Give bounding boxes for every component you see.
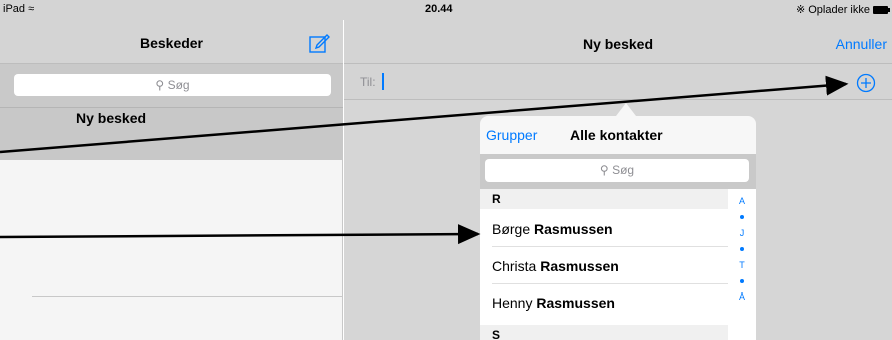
contact-last-name: Rasmussen <box>540 258 619 274</box>
wifi-icon: ≈ <box>28 3 35 15</box>
battery-icon <box>873 5 890 14</box>
contacts-search-placeholder: Søg <box>612 163 635 177</box>
list-separator <box>32 296 343 297</box>
contact-last-name: Rasmussen <box>534 221 613 237</box>
charging-label: Oplader ikke <box>808 3 870 16</box>
contact-row-borge[interactable]: Børge Rasmussen <box>492 211 728 247</box>
index-letter-t[interactable]: T <box>730 257 754 273</box>
bluetooth-icon: ※ <box>796 4 806 16</box>
compose-nav-bar: Ny besked Annuller <box>344 20 892 64</box>
compose-icon[interactable] <box>308 32 330 54</box>
index-letter-aa[interactable]: Å <box>730 289 754 305</box>
recipient-input-caret[interactable] <box>382 73 384 90</box>
conversation-item-new[interactable]: Ny besked <box>0 108 343 160</box>
sidebar-title: Beskeder <box>139 35 204 51</box>
index-letter-j[interactable]: J <box>730 225 754 241</box>
search-icon: ⚲ <box>599 163 609 177</box>
section-header-s: S <box>480 325 728 340</box>
status-left: iPad ≈ <box>3 3 34 15</box>
messages-sidebar: Beskeder ⚲ Søg Ny besked <box>0 20 343 340</box>
cancel-button[interactable]: Annuller <box>836 36 887 52</box>
popover-arrow <box>616 103 636 116</box>
index-letter-a[interactable]: A <box>730 193 754 209</box>
section-header-r: R <box>480 189 728 209</box>
recipient-row: Til: <box>344 64 892 100</box>
add-contact-icon[interactable] <box>856 73 876 93</box>
to-label: Til: <box>360 75 376 89</box>
popover-title: Alle kontakter <box>570 127 663 143</box>
compose-title: Ny besked <box>582 36 654 52</box>
section-index[interactable]: A J T Å <box>730 193 754 305</box>
index-dot[interactable] <box>730 209 754 225</box>
sidebar-search-placeholder: Søg <box>167 78 190 92</box>
groups-button[interactable]: Grupper <box>486 127 537 143</box>
sidebar-search-bar: ⚲ Søg <box>0 64 343 108</box>
contact-first-name: Christa <box>492 258 537 274</box>
index-dot[interactable] <box>730 241 754 257</box>
device-label: iPad <box>3 3 26 15</box>
status-right: ※ Oplader ikke <box>796 3 890 16</box>
popover-search-bar: ⚲ Søg <box>480 154 756 189</box>
search-icon: ⚲ <box>155 78 165 92</box>
index-dot[interactable] <box>730 273 754 289</box>
status-time: 20.44 <box>425 3 453 15</box>
contact-row-henny[interactable]: Henny Rasmussen <box>492 285 728 321</box>
conversation-item-label: Ny besked <box>76 110 147 126</box>
contact-last-name: Rasmussen <box>536 295 615 311</box>
sidebar-nav-bar: Beskeder <box>0 20 343 64</box>
sidebar-search-input[interactable]: ⚲ Søg <box>14 74 331 96</box>
contact-first-name: Henny <box>492 295 533 311</box>
contacts-popover: Grupper Alle kontakter ⚲ Søg R Børge Ras… <box>480 116 756 340</box>
status-bar: iPad ≈ 20.44 ※ Oplader ikke <box>0 0 892 20</box>
contacts-search-input[interactable]: ⚲ Søg <box>485 159 749 182</box>
contact-first-name: Børge <box>492 221 531 237</box>
contacts-list: R Børge Rasmussen Christa Rasmussen Henn… <box>480 189 756 340</box>
contact-row-christa[interactable]: Christa Rasmussen <box>492 248 728 284</box>
